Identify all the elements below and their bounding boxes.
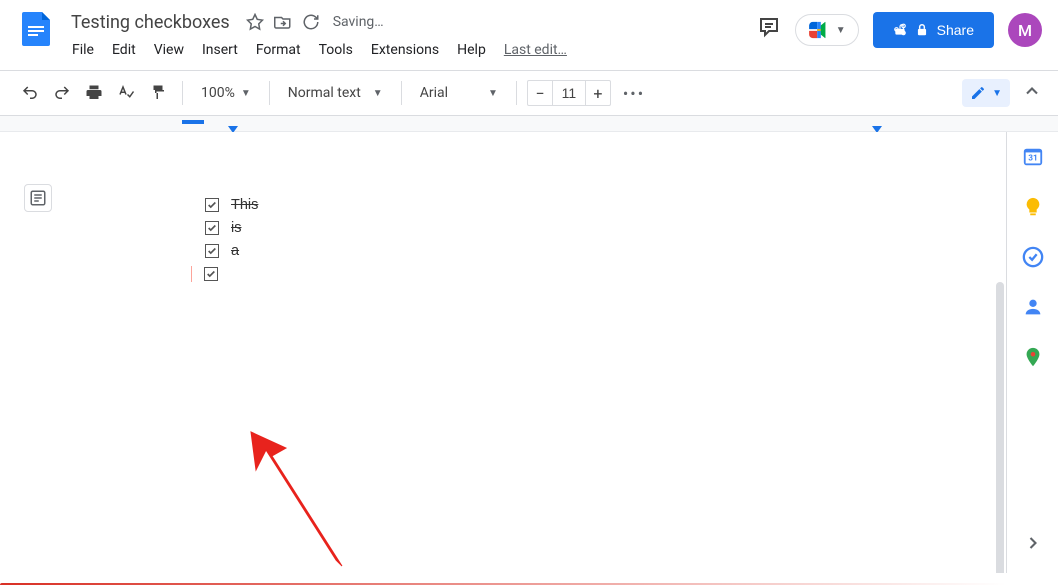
list-item-text[interactable]: is <box>231 220 241 236</box>
contacts-icon[interactable] <box>1022 296 1044 318</box>
keep-icon[interactable] <box>1022 196 1044 218</box>
docs-logo[interactable] <box>16 8 56 48</box>
zoom-select[interactable]: 100% ▼ <box>193 85 259 101</box>
move-icon[interactable] <box>273 12 293 32</box>
font-size-control: − + <box>527 80 611 106</box>
scrollbar[interactable] <box>996 282 1004 573</box>
list-item[interactable] <box>205 266 845 282</box>
text-cursor <box>191 266 192 282</box>
list-item-text[interactable]: This <box>231 197 258 213</box>
side-panel-expand-icon[interactable] <box>1023 533 1043 557</box>
checkbox-icon[interactable] <box>205 198 219 212</box>
last-edit-link[interactable]: Last edit… <box>496 38 575 62</box>
chevron-down-icon: ▼ <box>488 88 498 99</box>
font-size-input[interactable] <box>552 81 586 105</box>
menu-extensions[interactable]: Extensions <box>363 38 447 62</box>
more-tools-icon[interactable]: ••• <box>615 84 653 103</box>
svg-text:31: 31 <box>1028 154 1037 164</box>
chevron-down-icon: ▼ <box>373 88 383 99</box>
print-icon[interactable] <box>80 79 108 107</box>
star-icon[interactable] <box>245 12 265 32</box>
outline-toggle-icon[interactable] <box>24 184 52 212</box>
tasks-icon[interactable] <box>1022 246 1044 268</box>
chevron-down-icon: ▼ <box>241 88 251 99</box>
toolbar: 100% ▼ Normal text ▼ Arial ▼ − + ••• ▼ <box>0 71 1058 115</box>
paint-format-icon[interactable] <box>144 79 172 107</box>
checkbox-icon[interactable] <box>205 221 219 235</box>
calendar-icon[interactable]: 31 <box>1022 146 1044 168</box>
list-item-text[interactable]: a <box>231 243 239 259</box>
chevron-down-icon: ▼ <box>836 25 846 36</box>
share-label: Share <box>937 22 974 38</box>
side-panel: 31 <box>1006 132 1058 573</box>
document-canvas[interactable]: This is a <box>0 132 1006 573</box>
paragraph-style-select[interactable]: Normal text ▼ <box>280 85 391 101</box>
list-item[interactable]: a <box>205 243 845 259</box>
menu-edit[interactable]: Edit <box>104 38 144 62</box>
comments-icon[interactable] <box>757 15 781 45</box>
checkbox-icon[interactable] <box>204 267 218 281</box>
menu-insert[interactable]: Insert <box>194 38 246 62</box>
menu-tools[interactable]: Tools <box>311 38 361 62</box>
editing-mode-button[interactable]: ▼ <box>962 79 1010 107</box>
saving-status: Saving… <box>333 14 384 30</box>
undo-icon[interactable] <box>16 79 44 107</box>
checkbox-icon[interactable] <box>205 244 219 258</box>
cloud-status-icon[interactable] <box>301 12 321 32</box>
font-size-decrease[interactable]: − <box>528 81 552 105</box>
font-select[interactable]: Arial ▼ <box>412 85 506 101</box>
avatar[interactable]: M <box>1008 13 1042 47</box>
collapse-toolbar-icon[interactable] <box>1022 81 1042 105</box>
menu-format[interactable]: Format <box>248 38 309 62</box>
menu-file[interactable]: File <box>64 38 102 62</box>
chevron-down-icon: ▼ <box>992 88 1002 99</box>
menubar: File Edit View Insert Format Tools Exten… <box>64 38 757 62</box>
redo-icon[interactable] <box>48 79 76 107</box>
menu-help[interactable]: Help <box>449 38 494 62</box>
maps-icon[interactable] <box>1022 346 1044 368</box>
spellcheck-icon[interactable] <box>112 79 140 107</box>
list-item[interactable]: This <box>205 197 845 213</box>
share-button[interactable]: Share <box>873 12 994 48</box>
ruler[interactable] <box>0 116 1058 132</box>
menu-view[interactable]: View <box>146 38 192 62</box>
meet-button[interactable]: ▼ <box>795 14 859 46</box>
checklist: This is a <box>205 197 845 282</box>
font-size-increase[interactable]: + <box>586 81 610 105</box>
page[interactable]: This is a <box>55 137 995 573</box>
document-title[interactable]: Testing checkboxes <box>64 9 237 36</box>
list-item[interactable]: is <box>205 220 845 236</box>
